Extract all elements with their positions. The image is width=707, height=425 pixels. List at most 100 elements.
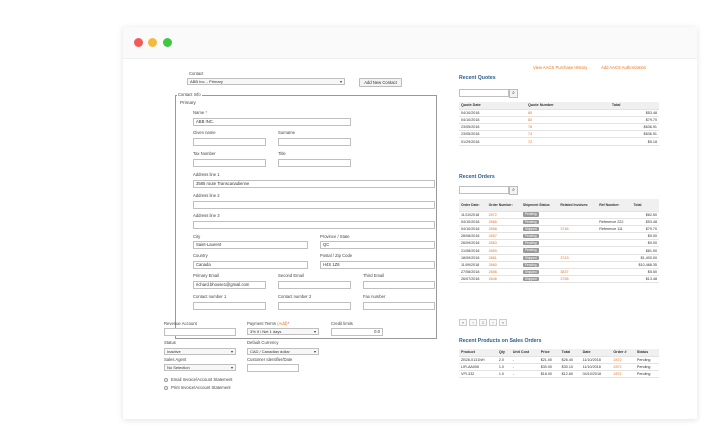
table-row: VPI-332 1.0- $18.00 $12.60 04/10/2018 2872 Pen… <box>459 370 659 379</box>
status-select[interactable]: Inactive ▾ <box>164 348 236 355</box>
third-email-input[interactable] <box>363 281 435 289</box>
total-cell: $26.40 <box>559 356 581 364</box>
shipment-status-cell: Pending <box>520 218 559 226</box>
surname-input[interactable] <box>278 138 351 146</box>
customer-identifier-input[interactable] <box>247 364 299 372</box>
sales-agent-select[interactable]: No Selection ▾ <box>164 364 236 371</box>
ref-number-cell: Reference 111 <box>597 225 632 234</box>
related-invoice-link[interactable] <box>558 246 598 255</box>
quote-number-link[interactable]: 82 <box>526 116 610 125</box>
revenue-account-input[interactable] <box>164 328 236 336</box>
order-number-link[interactable]: 2872 <box>611 363 635 372</box>
search-icon[interactable]: ⌕ <box>509 89 518 98</box>
payment-terms-select[interactable]: 3% if / Net 1 days ▾ <box>247 328 319 335</box>
orders-search-input[interactable] <box>459 186 509 194</box>
products-col-header: Product <box>459 349 497 357</box>
address3-input[interactable] <box>193 221 435 229</box>
pagination-button[interactable]: « <box>459 319 467 326</box>
status-cell: Pending <box>634 363 659 372</box>
order-number-link[interactable]: 2859 <box>486 246 521 255</box>
related-invoice-link[interactable]: 3758 <box>558 275 598 284</box>
tax-number-input[interactable] <box>193 159 266 167</box>
qty-cell: 2.0 <box>496 356 511 364</box>
fax-number-input[interactable] <box>363 302 435 310</box>
default-currency-select[interactable]: CAD / Canadian dollar ▾ <box>247 348 319 355</box>
order-number-link[interactable]: 2872 <box>611 370 635 379</box>
quote-number-link[interactable]: 74 <box>526 130 610 139</box>
order-date-cell: 11/09/2018 <box>459 261 487 270</box>
given-name-input[interactable] <box>193 138 266 146</box>
province-input[interactable]: QC <box>320 241 435 249</box>
add-authorization-link[interactable]: Add AACS Authorization <box>601 65 646 70</box>
table-row: ZB28-0131NH 2.0- $21.00 $26.40 11/10/2018 287… <box>459 356 659 364</box>
second-email-input[interactable] <box>278 281 351 289</box>
search-icon[interactable]: ⌕ <box>509 186 518 195</box>
view-purchase-history-link[interactable]: View AACS Purchase History <box>533 65 587 70</box>
sales-agent-label: Sales Agent <box>164 357 187 362</box>
maximize-window-button[interactable] <box>163 38 172 47</box>
order-number-link[interactable]: 2872 <box>486 211 521 219</box>
credit-limit-input[interactable]: 0.0 <box>331 328 383 336</box>
order-number-link[interactable]: 2863 <box>486 239 521 248</box>
product-cell: VPI-332 <box>459 370 497 379</box>
related-invoice-link[interactable] <box>558 261 598 270</box>
order-total-cell: $13.48 <box>631 275 659 284</box>
table-row: 11/09/2018 2860 Pending $10,468.35 <box>459 261 659 270</box>
qty-cell: 1.0 <box>496 363 511 372</box>
col-quote-number: Quote Number <box>526 102 610 110</box>
recent-quotes-table: Quote Date Quote Number Total 04/10/2018… <box>459 102 659 146</box>
related-invoice-link[interactable] <box>558 218 598 226</box>
chevron-down-icon: ▾ <box>313 329 316 334</box>
related-invoice-link[interactable] <box>558 211 598 219</box>
address1-input[interactable]: 3585 route Transcanadienne <box>193 180 435 188</box>
related-invoice-link[interactable]: 3743 <box>558 254 598 262</box>
close-window-button[interactable] <box>134 38 143 47</box>
products-col-header: Date <box>580 349 612 357</box>
name-input[interactable]: ABB INC. <box>193 118 351 126</box>
order-number-link[interactable]: 2868 <box>486 225 521 234</box>
pagination-button[interactable]: › <box>489 319 497 326</box>
fax-number-label: Fax number <box>363 294 386 299</box>
pagination-button[interactable]: ‹ <box>469 319 477 326</box>
pagination-button[interactable]: » <box>499 319 507 326</box>
order-number-link[interactable]: 2846 <box>486 275 521 284</box>
second-email-label: Second Email <box>278 273 304 278</box>
order-number-link[interactable]: 2857 <box>486 232 521 241</box>
primary-email-input[interactable]: richard.bhouse1@gmail.com <box>193 281 266 289</box>
order-number-link[interactable]: 2856 <box>486 268 521 277</box>
minimize-window-button[interactable] <box>148 38 157 47</box>
payment-terms-add-link[interactable]: (Add) <box>277 321 287 326</box>
city-input[interactable]: Saint-Laurent <box>193 241 308 249</box>
country-input[interactable]: Canada <box>193 261 308 269</box>
related-invoice-link[interactable]: 3748 <box>558 225 598 234</box>
primary-heading: Primary <box>180 100 196 105</box>
related-invoice-link[interactable]: 3837 <box>558 268 598 277</box>
title-input[interactable] <box>278 159 351 167</box>
given-name-label: Given name <box>193 130 216 135</box>
order-number-link[interactable]: 2866 <box>486 218 521 226</box>
pagination-button[interactable]: 1 <box>479 319 487 326</box>
quote-number-link[interactable]: 76 <box>526 123 610 132</box>
contact-number2-input[interactable] <box>278 302 351 310</box>
address3-label: Address line 3 <box>193 213 220 218</box>
related-invoice-link[interactable] <box>558 232 598 241</box>
email-invoice-radio[interactable] <box>164 378 168 382</box>
order-number-link[interactable]: 2860 <box>486 261 521 270</box>
add-new-contact-button[interactable]: Add New Contact <box>359 78 402 87</box>
related-invoice-link[interactable] <box>558 239 598 248</box>
quote-number-link[interactable]: 80 <box>526 109 610 117</box>
contact-number1-input[interactable] <box>193 302 266 310</box>
print-invoice-radio[interactable] <box>164 386 168 390</box>
contact-select[interactable]: ABB Inc. - Primary ▾ <box>187 78 345 85</box>
chevron-down-icon: ▾ <box>230 349 233 354</box>
ref-number-cell <box>597 239 632 248</box>
order-number-link[interactable]: 2861 <box>486 254 521 262</box>
status-badge: Pending <box>522 219 539 224</box>
address2-input[interactable] <box>193 201 435 209</box>
quotes-search-input[interactable] <box>459 89 509 97</box>
quote-number-link[interactable]: 72 <box>526 137 610 146</box>
order-number-link[interactable]: 2872 <box>611 356 635 364</box>
ref-number-cell <box>597 246 632 255</box>
currency-value: CAD / Canadian dollar <box>250 349 290 354</box>
postal-input[interactable]: H4S 1Z6 <box>320 261 435 269</box>
